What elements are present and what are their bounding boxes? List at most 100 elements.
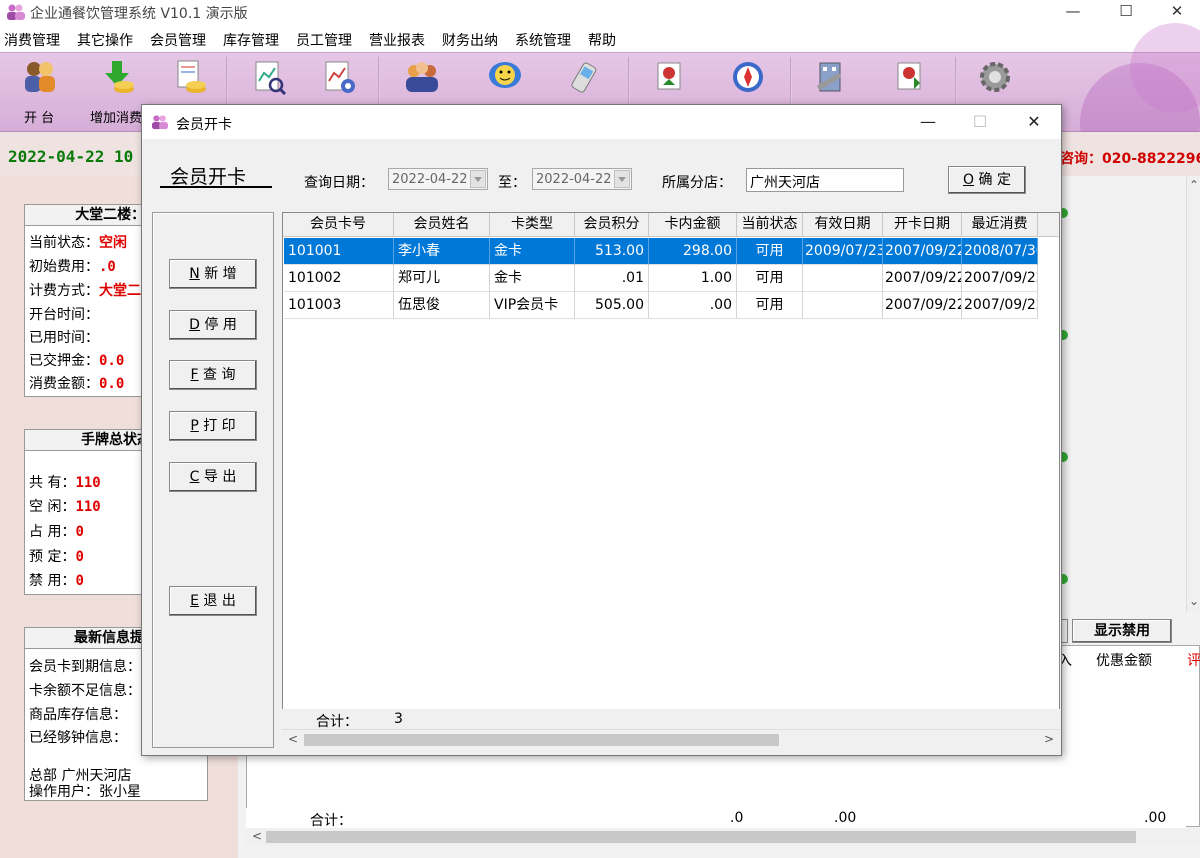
cell-card-type: VIP会员卡 [490, 292, 575, 319]
scroll-left-icon[interactable]: < [288, 732, 298, 746]
report-gear-icon [325, 61, 355, 93]
menu-finance[interactable]: 财务出纳 [442, 30, 498, 50]
cell-card-type: 金卡 [490, 238, 575, 265]
menu-help[interactable]: 帮助 [588, 30, 616, 50]
col-balance[interactable]: 卡内金额 [649, 213, 737, 237]
hall-amount-value: 0.0 [99, 376, 125, 392]
disable-button[interactable]: D 停 用 [169, 310, 257, 340]
print-button[interactable]: P 打 印 [169, 411, 257, 441]
date-to-picker[interactable]: 2022-04-22 [532, 168, 632, 190]
heading-underline [160, 186, 272, 188]
menu-reports[interactable]: 营业报表 [369, 30, 425, 50]
confirm-text: 确 定 [974, 172, 1011, 188]
cell-points: .01 [575, 265, 649, 292]
tag-idle-label: 空 闲： [29, 499, 76, 515]
current-date: 2022-04-22 10 [8, 147, 134, 166]
cell-points: 505.00 [575, 292, 649, 319]
grid-total-label: 合计： [316, 714, 358, 730]
branch-input[interactable]: 广州天河店 [746, 168, 904, 192]
col-card-type[interactable]: 卡类型 [490, 213, 575, 237]
table-row[interactable]: 101001 李小春 金卡 513.00 298.00 可用 2009/07/2… [284, 238, 1059, 265]
col-points[interactable]: 会员积分 [575, 213, 649, 237]
menu-member[interactable]: 会员管理 [150, 30, 206, 50]
menu-system[interactable]: 系统管理 [515, 30, 571, 50]
add-hotkey: N [189, 266, 200, 282]
chevron-down-icon[interactable] [614, 170, 630, 188]
col-member-name[interactable]: 会员姓名 [394, 213, 490, 237]
menu-other[interactable]: 其它操作 [77, 30, 133, 50]
add-button[interactable]: N 新 增 [169, 259, 257, 289]
hall-initial-fee-value: .0 [99, 259, 116, 275]
grid-horizontal-scrollbar[interactable]: < > [282, 729, 1060, 749]
toolbar-open-table-button[interactable]: 开 台 [10, 55, 70, 129]
cell-last-consume: 2007/09/22 [962, 292, 1038, 319]
exit-button[interactable]: E 退 出 [169, 586, 257, 616]
tag-total-label: 共 有： [29, 475, 76, 491]
news-inventory: 商品库存信息： [29, 707, 127, 723]
date-from-value: 2022-04-22 [392, 172, 468, 187]
dialog-minimize-button[interactable]: — [908, 109, 948, 135]
cell-card-no: 101002 [284, 265, 394, 292]
menu-consumption[interactable]: 消费管理 [4, 30, 60, 50]
scroll-right-icon[interactable]: > [1044, 732, 1054, 746]
menu-bar: 消费管理 其它操作 会员管理 库存管理 员工管理 营业报表 财务出纳 系统管理 … [0, 26, 1200, 52]
grid-total-value: 3 [394, 711, 403, 727]
table-area-scrollbar[interactable]: ⌃ ⌄ [1186, 176, 1200, 612]
grid-total-row: 合计： 3 [282, 709, 1060, 730]
main-title-bar: 企业通餐饮管理系统 V10.1 演示版 — ☐ ✕ [0, 0, 1200, 26]
col-card-no[interactable]: 会员卡号 [283, 213, 394, 237]
tag-idle-value: 110 [75, 499, 101, 515]
cell-open-date: 2007/09/22 [883, 292, 962, 319]
cell-points: 513.00 [575, 238, 649, 265]
bottom-horizontal-scrollbar[interactable]: < [246, 828, 1200, 846]
export-text: 导 出 [199, 469, 237, 485]
table-row[interactable]: 101002 郑可儿 金卡 .01 1.00 可用 2007/09/22 200… [284, 265, 1059, 292]
date-to-value: 2022-04-22 [536, 172, 612, 187]
consult-phone: 咨询：020-88222967 [1060, 151, 1200, 167]
open-table-people-icon [25, 62, 55, 92]
minimize-button[interactable]: — [1050, 0, 1096, 26]
tag-disabled-value: 0 [75, 573, 84, 589]
col-valid-date[interactable]: 有效日期 [803, 213, 883, 237]
cell-balance: 298.00 [649, 238, 737, 265]
dialog-close-button[interactable]: ✕ [1014, 109, 1054, 135]
chevron-down-icon[interactable] [470, 170, 486, 188]
hall-state-value: 空闲 [99, 235, 127, 251]
hall-billing-value: 大堂二 [99, 283, 141, 299]
bottom-total-3: .00 [1144, 810, 1167, 826]
hall-amount-label: 消费金额： [29, 376, 99, 392]
print-text: 打 印 [198, 418, 236, 434]
toolbar-add-consumption-button[interactable]: 增加消费 [88, 55, 148, 129]
cell-valid-date [803, 265, 883, 292]
cell-card-no: 101001 [284, 238, 394, 265]
tag-reserved-label: 预 定： [29, 549, 76, 565]
scroll-thumb[interactable] [266, 831, 1136, 843]
maximize-button[interactable]: ☐ [1103, 0, 1149, 26]
scroll-thumb[interactable] [304, 734, 779, 746]
news-card-expire: 会员卡到期信息： [29, 659, 141, 675]
date-from-picker[interactable]: 2022-04-22 [388, 168, 488, 190]
table-row[interactable]: 101003 伍思俊 VIP会员卡 505.00 .00 可用 2007/09/… [284, 292, 1059, 319]
col-open-date[interactable]: 开卡日期 [883, 213, 962, 237]
col-status[interactable]: 当前状态 [737, 213, 803, 237]
main-title-text: 企业通餐饮管理系统 V10.1 演示版 [30, 6, 248, 22]
bill-coins-icon [177, 60, 206, 93]
cell-valid-date [803, 292, 883, 319]
tag-occupied-label: 占 用： [29, 524, 76, 540]
query-date-label: 查询日期： [304, 175, 374, 191]
col-last-consume[interactable]: 最近消费 [962, 213, 1038, 237]
query-button[interactable]: F 查 询 [169, 360, 257, 390]
menu-inventory[interactable]: 库存管理 [223, 30, 279, 50]
building-wrench-icon [817, 62, 842, 92]
dialog-maximize-button[interactable]: ☐ [960, 109, 1000, 135]
confirm-button[interactable]: O 确 定 [948, 166, 1026, 194]
cell-card-no: 101003 [284, 292, 394, 319]
menu-staff[interactable]: 员工管理 [296, 30, 352, 50]
hall-state-label: 当前状态： [29, 235, 99, 251]
show-disabled-button[interactable]: 显示禁用 [1072, 619, 1172, 643]
export-button[interactable]: C 导 出 [169, 462, 257, 492]
news-time-up: 已经够钟信息： [29, 730, 127, 746]
cell-balance: 1.00 [649, 265, 737, 292]
dialog-title-text: 会员开卡 [176, 117, 232, 133]
cell-member-name: 伍思俊 [394, 292, 490, 319]
